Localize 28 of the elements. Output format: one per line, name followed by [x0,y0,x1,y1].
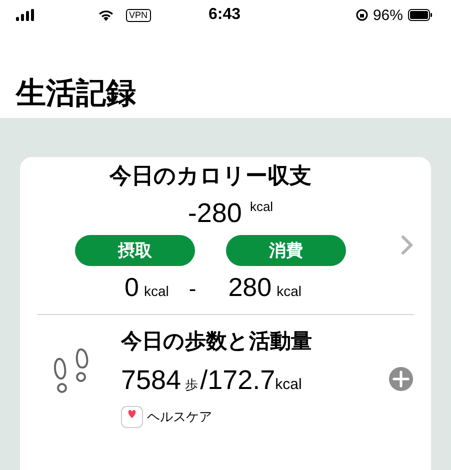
wifi-icon [98,9,114,21]
activity-calories: 172.7 [208,365,276,396]
unit-label: kcal [250,198,274,216]
unit-label: kcal [275,376,302,393]
burned-value: 280 [228,272,272,303]
calorie-balance: -280 [188,197,242,229]
page-title: 生活記録 [16,75,136,113]
slash: / [200,365,208,396]
battery-icon [408,9,433,21]
unit-label: 歩 [185,377,198,394]
battery-percentage: 96% [372,6,403,24]
calorie-title: 今日のカロリー収支 [110,163,312,191]
unit-label: kcal [276,283,302,299]
clock-time: 6:43 [208,6,241,24]
source-label: ヘルスケア [147,409,212,426]
summary-card[interactable]: 今日のカロリー収支 -280 kcal 摂取 消費 0 kcal - 280 kcal 今日の歩数と活動量 7584 歩/172.7kcal ヘルスケア [20,157,431,470]
intake-value: 0 [124,272,139,303]
add-icon[interactable] [388,366,414,392]
signal-icon [16,9,36,21]
vpn-indicator: VPN [126,8,151,22]
minus-sign: - [188,276,196,302]
intake-label: 摂取 [75,235,195,266]
burned-label: 消費 [226,235,346,266]
rotation-lock-icon [356,9,368,21]
step-count: 7584 [121,365,182,396]
chevron-right-icon[interactable] [401,235,413,255]
unit-label: kcal [144,283,169,299]
activity-title: 今日の歩数と活動量 [121,328,313,355]
